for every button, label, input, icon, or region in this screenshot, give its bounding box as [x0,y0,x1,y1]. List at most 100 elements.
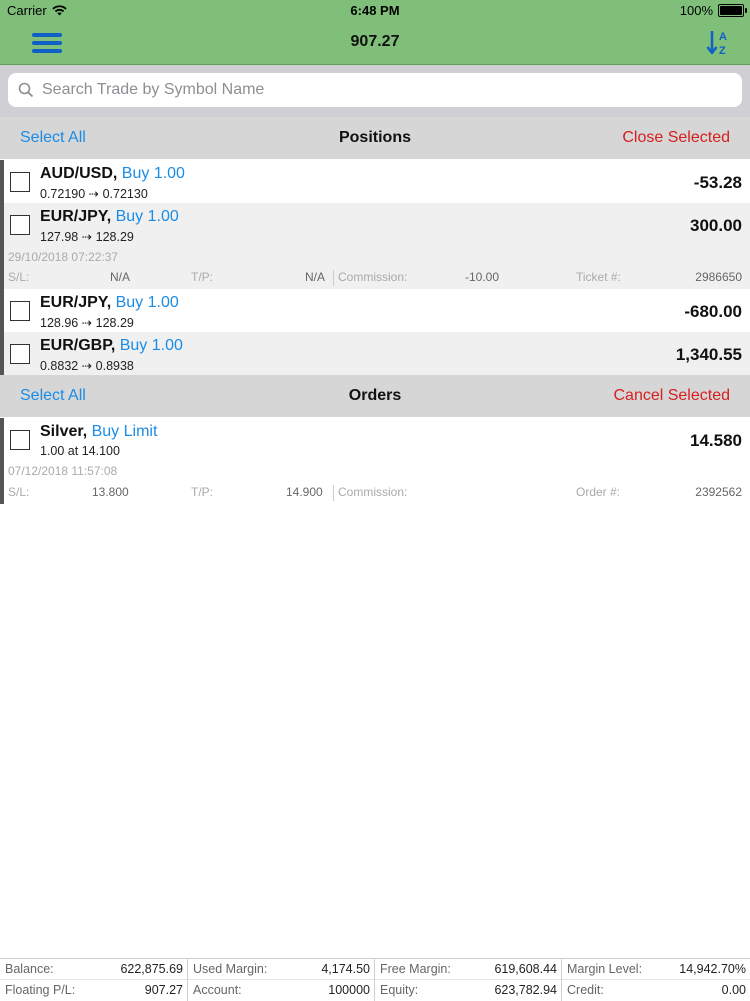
floating-pl-cell: Floating P/L: 907.27 [0,980,188,1001]
search-icon [18,82,34,98]
account-label: Account: [193,983,242,997]
account-value: 100000 [328,983,370,997]
status-time: 6:48 PM [350,3,400,18]
price-range: 0.8832 ⇢ 0.8938 [40,359,134,373]
credit-cell: Credit: 0.00 [562,980,750,1001]
order-type: Buy Limit [91,423,158,440]
order-title: Silver, Buy Limit [40,423,157,441]
tp-label: T/P: [191,485,214,499]
margin-level-label: Margin Level: [567,962,643,976]
search-bar [0,65,750,117]
battery-icon [718,4,747,17]
battery-info: 100% [679,3,747,18]
row-checkbox[interactable] [10,430,30,450]
trade-side: Buy 1.00 [119,337,183,354]
profit-loss: 1,340.55 [675,345,742,364]
position-title: EUR/GBP, Buy 1.00 [40,337,183,355]
orders-select-all-button[interactable]: Select All [20,387,86,405]
used-margin-cell: Used Margin: 4,174.50 [188,959,375,980]
tp-label: T/P: [191,270,214,284]
sl-label: S/L: [8,485,30,499]
trade-side: Buy 1.00 [115,208,179,225]
order-details: S/L: 13.800 T/P: 14.900 Commission: Orde… [0,485,742,503]
page-title: 907.27 [350,33,400,50]
order-row-expanded[interactable]: Silver, Buy Limit 1.00 at 14.100 14.580 … [0,418,750,504]
svg-text:Z: Z [719,45,726,57]
tp-value: 14.900 [286,485,323,499]
account-summary: Balance: 622,875.69 Used Margin: 4,174.5… [0,958,750,1001]
position-details: S/L: N/A T/P: N/A Commission: -10.00 Tic… [0,270,742,288]
symbol-name: EUR/JPY, [40,294,112,311]
row-checkbox[interactable] [10,301,30,321]
position-title: AUD/USD, Buy 1.00 [40,165,185,183]
ticket-value: 2986650 [695,270,742,284]
floating-pl-value: 907.27 [144,983,183,997]
position-row-expanded[interactable]: EUR/JPY, Buy 1.00 127.98 ⇢ 128.29 300.00… [0,203,750,290]
positions-select-all-button[interactable]: Select All [20,129,86,147]
order-number-value: 2392562 [695,485,742,499]
profit-loss: -680.00 [684,302,742,321]
trade-side: Buy 1.00 [121,165,185,182]
equity-label: Equity: [380,983,419,997]
commission-label: Commission: [338,485,408,499]
margin-level-cell: Margin Level: 14,942.70% [562,959,750,980]
orders-header: Select All Orders Cancel Selected [0,375,750,417]
position-row[interactable]: EUR/JPY, Buy 1.00 128.96 ⇢ 128.29 -680.0… [0,289,750,333]
row-indicator [0,160,4,203]
commission-label: Commission: [338,270,408,284]
position-row[interactable]: AUD/USD, Buy 1.00 0.72190 ⇢ 0.72130 -53.… [0,160,750,204]
floating-pl-label: Floating P/L: [5,983,76,997]
detail-divider [333,270,334,286]
cancel-selected-button[interactable]: Cancel Selected [613,387,730,405]
svg-text:A: A [719,31,727,43]
profit-loss: -53.28 [693,173,742,192]
symbol-name: EUR/GBP, [40,337,116,354]
row-indicator [0,332,4,375]
price-range: 0.72190 ⇢ 0.72130 [40,187,148,201]
search-box[interactable] [8,73,742,107]
free-margin-cell: Free Margin: 619,608.44 [375,959,562,980]
row-checkbox[interactable] [10,215,30,235]
price-range: 128.96 ⇢ 128.29 [40,316,134,330]
status-bar: Carrier 6:48 PM 100% [0,0,750,22]
equity-cell: Equity: 623,782.94 [375,980,562,1001]
free-margin-value: 619,608.44 [494,962,557,976]
commission-value: -10.00 [465,270,500,284]
profit-loss: 300.00 [690,216,742,235]
equity-value: 623,782.94 [494,983,557,997]
position-title: EUR/JPY, Buy 1.00 [40,208,179,226]
symbol-name: Silver, [40,423,88,440]
credit-label: Credit: [567,983,604,997]
current-price: 14.580 [690,431,742,450]
balance-value: 622,875.69 [120,962,183,976]
row-checkbox[interactable] [10,172,30,192]
used-margin-label: Used Margin: [193,962,268,976]
position-row[interactable]: EUR/GBP, Buy 1.00 0.8832 ⇢ 0.8938 1,340.… [0,332,750,376]
sl-value: N/A [110,270,131,284]
symbol-name: AUD/USD, [40,165,118,182]
sort-az-icon: A Z [706,31,727,57]
balance-cell: Balance: 622,875.69 [0,959,188,980]
used-margin-value: 4,174.50 [321,962,370,976]
open-time: 29/10/2018 07:22:37 [8,250,119,264]
row-indicator [0,289,4,332]
row-checkbox[interactable] [10,344,30,364]
tp-value: N/A [305,270,326,284]
order-number-label: Order #: [576,485,621,499]
position-title: EUR/JPY, Buy 1.00 [40,294,179,312]
search-input[interactable] [40,80,734,100]
balance-label: Balance: [5,962,54,976]
sl-value: 13.800 [92,485,129,499]
positions-header: Select All Positions Close Selected [0,117,750,159]
detail-divider [333,485,334,501]
margin-level-value: 14,942.70% [679,962,746,976]
close-selected-button[interactable]: Close Selected [622,129,730,147]
sort-button[interactable]: A Z [706,28,732,58]
ticket-label: Ticket #: [576,270,621,284]
free-margin-label: Free Margin: [380,962,451,976]
order-time: 07/12/2018 11:57:08 [8,464,118,478]
symbol-name: EUR/JPY, [40,208,112,225]
battery-percent: 100% [679,3,713,18]
sl-label: S/L: [8,270,30,284]
credit-value: 0.00 [721,983,746,997]
